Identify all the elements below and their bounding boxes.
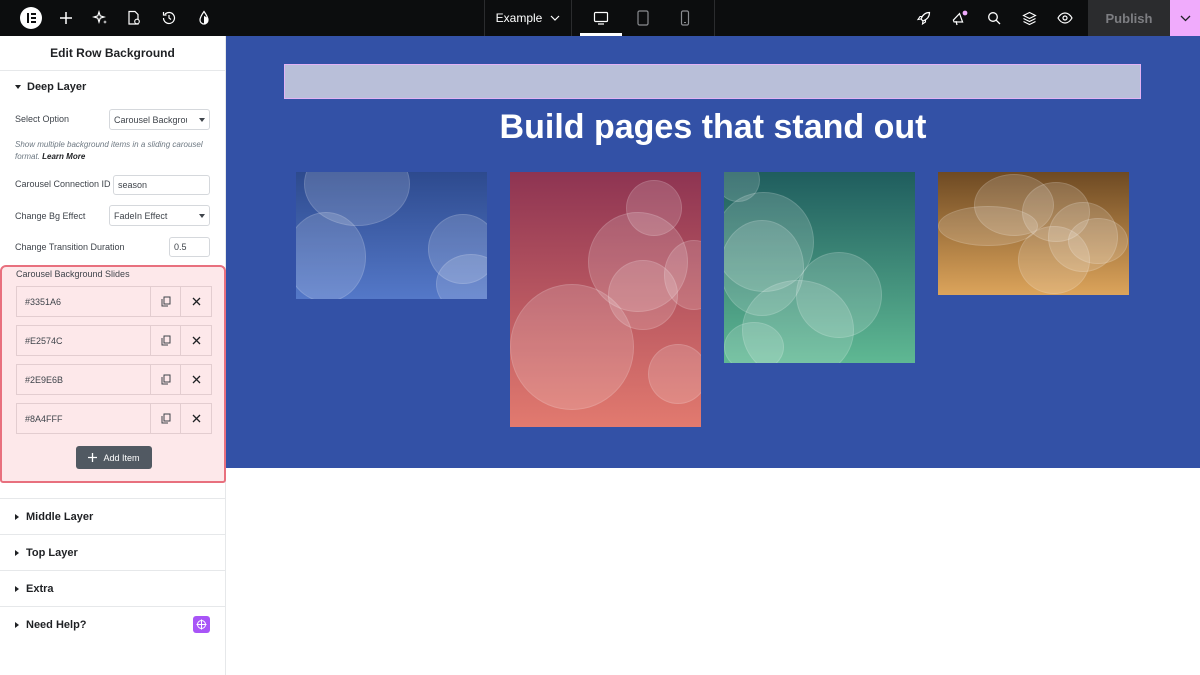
site-selector-label: Example (495, 11, 543, 25)
publish-button[interactable]: Publish (1088, 0, 1170, 36)
desktop-icon[interactable] (586, 0, 616, 36)
option-description: Show multiple background items in a slid… (15, 139, 215, 163)
ai-sparkle-icon[interactable] (86, 0, 114, 36)
gallery-image-red[interactable] (510, 172, 701, 427)
top-bar: Example Publish (0, 0, 1200, 36)
mobile-icon[interactable] (670, 0, 700, 36)
connection-id-label: Carousel Connection ID (15, 179, 111, 189)
slide-color-value[interactable]: #E2574C (17, 326, 151, 355)
theme-style-icon[interactable] (190, 0, 218, 36)
caret-right-icon (15, 549, 19, 556)
remove-icon[interactable] (181, 287, 211, 316)
chevron-down-icon (550, 15, 560, 21)
gallery-image-green[interactable] (724, 172, 915, 363)
slides-label: Carousel Background Slides (16, 269, 130, 279)
top-layer-title: Top Layer (26, 546, 78, 559)
select-option-value: Carousel Background (114, 114, 201, 125)
need-help-toggle[interactable]: Need Help? (0, 606, 226, 642)
connection-id-input[interactable]: season (113, 175, 210, 195)
preview-eye-icon[interactable] (1051, 0, 1079, 36)
duplicate-icon[interactable] (151, 404, 181, 433)
transition-duration-input[interactable]: 0.5 (169, 237, 210, 257)
layers-icon[interactable] (1015, 0, 1043, 36)
publish-options-button[interactable] (1170, 0, 1200, 36)
remove-icon[interactable] (181, 404, 211, 433)
middle-layer-title: Middle Layer (26, 510, 94, 523)
history-icon[interactable] (155, 0, 183, 36)
slide-color-value[interactable]: #3351A6 (17, 287, 151, 316)
help-badge-icon[interactable] (193, 616, 210, 633)
dropdown-arrow-icon (199, 118, 205, 122)
slide-row[interactable]: #E2574C (16, 325, 212, 356)
learn-more-link[interactable]: Learn More (42, 152, 85, 161)
gallery-image-blue[interactable] (296, 172, 487, 299)
deep-layer-toggle[interactable]: Deep Layer (0, 75, 225, 99)
need-help-title: Need Help? (26, 618, 87, 631)
carousel-slides-repeater: Carousel Background Slides #3351A6 #E257… (0, 265, 226, 483)
extra-toggle[interactable]: Extra (0, 570, 226, 606)
gallery-image-orange[interactable] (938, 172, 1129, 295)
preview-canvas: Build pages that stand out (226, 36, 1200, 675)
editor-panel: Edit Row Background Deep Layer Select Op… (0, 36, 226, 675)
remove-icon[interactable] (181, 326, 211, 355)
caret-right-icon (15, 513, 19, 520)
rocket-icon[interactable] (908, 0, 938, 36)
remove-icon[interactable] (181, 365, 211, 394)
dropdown-arrow-icon (199, 214, 205, 218)
panel-title: Edit Row Background (0, 36, 225, 71)
elementor-logo-icon[interactable] (14, 0, 48, 36)
site-selector[interactable]: Example (486, 0, 570, 36)
deep-layer-title: Deep Layer (27, 81, 87, 93)
slide-color-value[interactable]: #2E9E6B (17, 365, 151, 394)
duplicate-icon[interactable] (151, 287, 181, 316)
page-settings-icon[interactable] (120, 0, 148, 36)
announcement-icon[interactable] (944, 0, 974, 36)
bg-effect-value: FadeIn Effect (114, 210, 168, 221)
hero-section[interactable]: Build pages that stand out (226, 36, 1200, 468)
top-layer-toggle[interactable]: Top Layer (0, 534, 226, 570)
add-item-label: Add Item (103, 452, 140, 463)
add-item-button[interactable]: Add Item (76, 446, 152, 469)
tablet-icon[interactable] (628, 0, 658, 36)
bg-effect-label: Change Bg Effect (15, 211, 86, 221)
chevron-down-icon (1180, 15, 1190, 21)
duplicate-icon[interactable] (151, 326, 181, 355)
caret-down-icon (15, 85, 21, 89)
select-option-dropdown[interactable]: Carousel Background (109, 109, 210, 130)
extra-title: Extra (26, 582, 54, 595)
slide-row[interactable]: #3351A6 (16, 286, 212, 317)
selected-element-placeholder[interactable] (284, 64, 1141, 99)
add-icon[interactable] (52, 0, 80, 36)
bg-effect-dropdown[interactable]: FadeIn Effect (109, 205, 210, 226)
caret-right-icon (15, 585, 19, 592)
hero-heading[interactable]: Build pages that stand out (226, 108, 1200, 147)
plus-icon (88, 453, 98, 462)
slide-color-value[interactable]: #8A4FFF (17, 404, 151, 433)
select-option-label: Select Option (15, 114, 70, 124)
slide-row[interactable]: #2E9E6B (16, 364, 212, 395)
middle-layer-toggle[interactable]: Middle Layer (0, 498, 226, 534)
duplicate-icon[interactable] (151, 365, 181, 394)
transition-duration-label: Change Transition Duration (15, 242, 125, 252)
slide-row[interactable]: #8A4FFF (16, 403, 212, 434)
search-icon[interactable] (980, 0, 1008, 36)
caret-right-icon (15, 621, 19, 628)
